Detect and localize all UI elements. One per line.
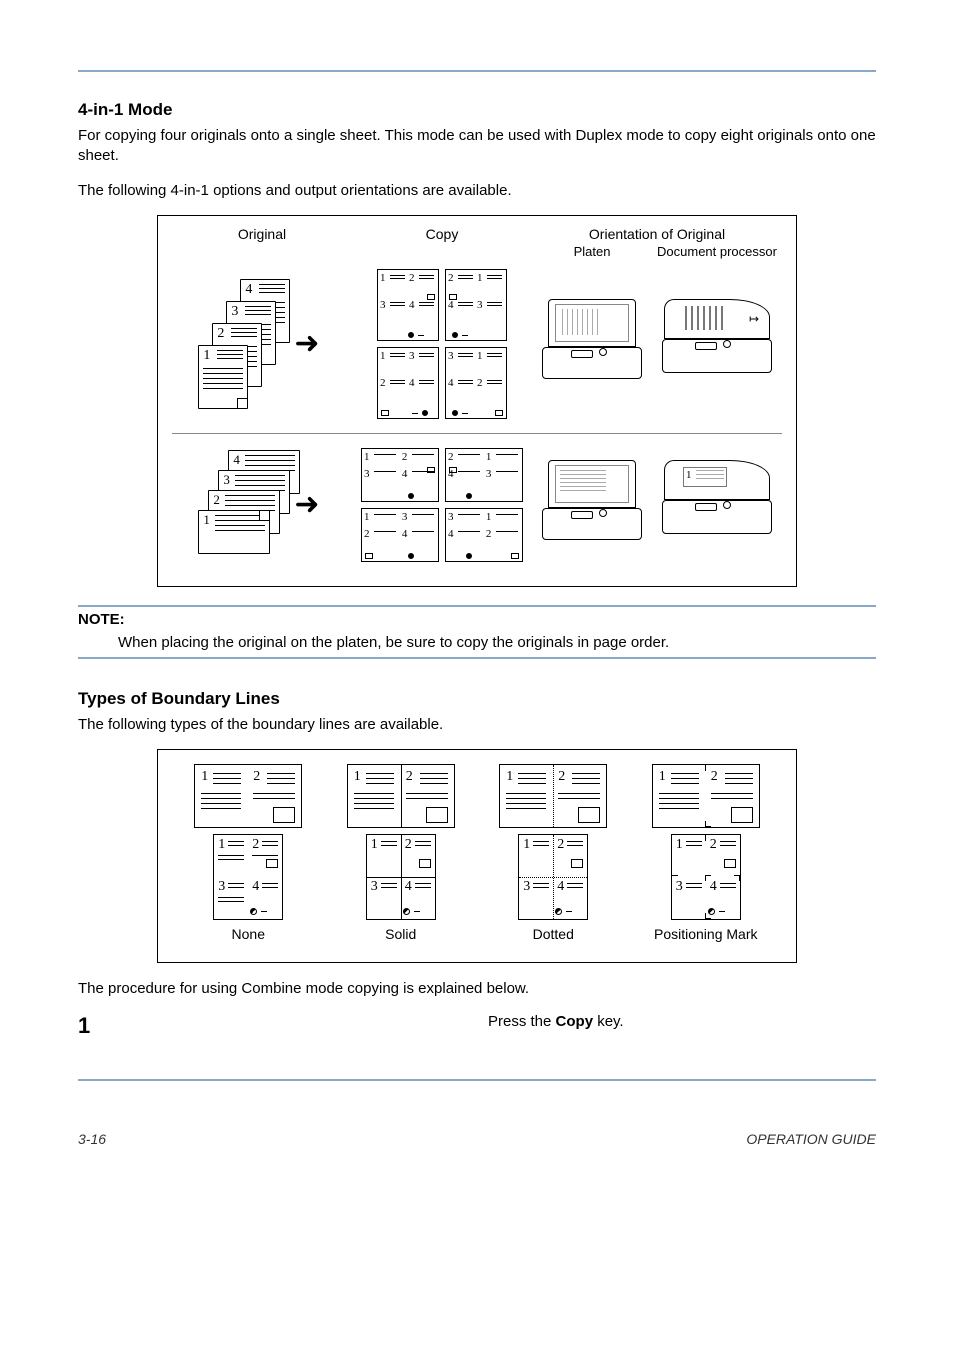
step-text: Press the Copy key. [488,1013,876,1039]
col-copy: Copy [352,226,532,242]
para-4in1-options: The following 4-in-1 options and output … [78,181,876,201]
docproc-portrait-icon: ↦ [662,299,772,389]
boundary-diagram: 1 2 1 2 3 4 [157,749,797,963]
boundary-none: 1 2 1 2 3 4 [183,764,313,942]
col-orientation: Orientation of Original [532,226,782,242]
docproc-landscape-icon: 1 [662,460,772,550]
platen-landscape-icon [542,460,642,550]
para-boundary: The following types of the boundary line… [78,715,876,735]
para-4in1-desc: For copying four originals onto a single… [78,126,876,167]
step-1: 1 Press the Copy key. [78,1013,876,1039]
platen-portrait-icon [542,299,642,389]
copy-variants-landscape: 1234 2143 1324 3142 [352,448,532,562]
note-text: When placing the original on the platen,… [118,634,876,651]
arrow-icon: ➜ [294,326,319,361]
note-label: NOTE: [78,611,876,628]
subcol-platen: Platen [532,244,652,259]
para-procedure: The procedure for using Combine mode cop… [78,979,876,999]
copy-variants-portrait: 1234 2143 1324 3142 [352,269,532,419]
diagram-row-portrait: 4 3 2 1 ➜ 1234 2143 1324 3142 ↦ [172,259,782,429]
step-number: 1 [78,1013,488,1039]
original-stack-portrait: 4 3 2 1 [200,279,290,409]
boundary-solid: 1 2 1 2 3 4 [336,764,466,942]
footer-title: OPERATION GUIDE [746,1131,876,1147]
note-block: NOTE: When placing the original on the p… [78,605,876,659]
subcol-docproc: Document processor [652,244,782,259]
diagram-4in1: Original Copy Orientation of Original Pl… [157,215,797,587]
boundary-posmark: 1 2 1 2 3 4 [641,764,771,942]
original-stack-landscape: 4 3 2 1 [200,450,290,560]
section-4in1-title: 4-in-1 Mode [78,100,876,120]
bottom-rule [78,1079,876,1081]
diagram-row-landscape: 4 3 2 1 ➜ 1234 2143 1324 3142 1 [172,438,782,572]
section-boundary-title: Types of Boundary Lines [78,689,876,709]
page-number: 3-16 [78,1131,106,1147]
boundary-dotted: 1 2 1 2 3 4 [488,764,618,942]
col-original: Original [172,226,352,242]
top-rule [78,70,876,72]
